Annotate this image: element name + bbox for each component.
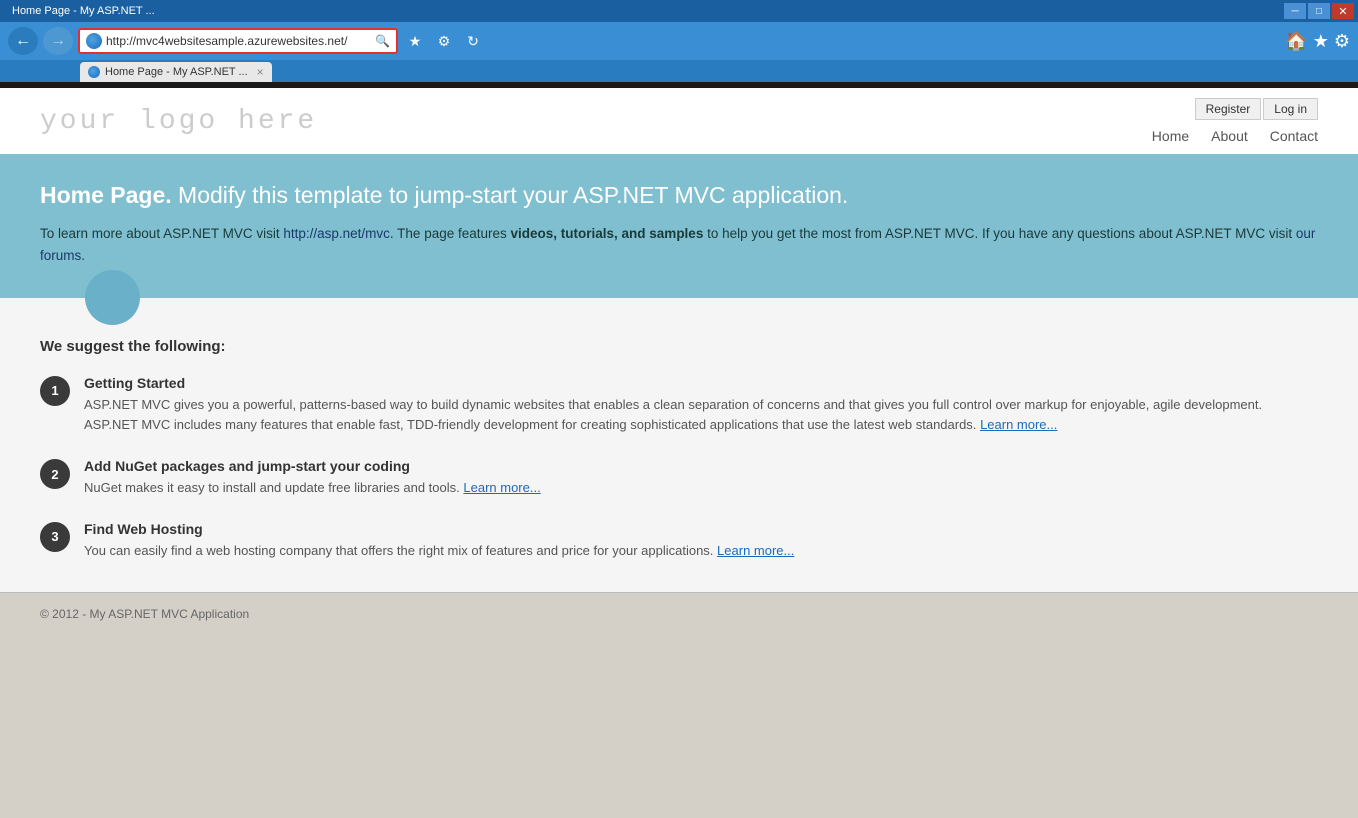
bubble-decoration bbox=[85, 270, 140, 325]
step-desc-3: You can easily find a web hosting compan… bbox=[84, 541, 1318, 562]
suggest-heading: We suggest the following: bbox=[40, 338, 1318, 355]
bubble-container bbox=[0, 298, 1358, 328]
register-button[interactable]: Register bbox=[1195, 98, 1262, 120]
step-link-1[interactable]: Learn more... bbox=[980, 417, 1057, 432]
step-title-2: Add NuGet packages and jump-start your c… bbox=[84, 458, 1318, 474]
step-desc-text-3: You can easily find a web hosting compan… bbox=[84, 543, 713, 558]
search-icon[interactable]: 🔍 bbox=[375, 34, 390, 48]
back-button[interactable]: ← bbox=[8, 27, 38, 55]
step-item-2: 2 Add NuGet packages and jump-start your… bbox=[40, 458, 1318, 499]
hero-title-bold: Home Page. bbox=[40, 182, 172, 208]
maximize-button[interactable]: □ bbox=[1308, 3, 1330, 19]
step-link-3[interactable]: Learn more... bbox=[717, 543, 794, 558]
active-tab[interactable]: Home Page - My ASP.NET ... × bbox=[80, 62, 272, 82]
ie-logo-icon bbox=[86, 33, 102, 49]
window-title-text: Home Page - My ASP.NET ... bbox=[4, 5, 1282, 17]
refresh-icon[interactable]: ↻ bbox=[461, 29, 485, 53]
hero-body-middle: . The page features bbox=[390, 226, 511, 241]
hero-section: Home Page. Modify this template to jump-… bbox=[0, 154, 1358, 298]
address-input[interactable] bbox=[106, 34, 371, 48]
nav-home[interactable]: Home bbox=[1152, 128, 1189, 144]
nav-contact[interactable]: Contact bbox=[1270, 128, 1318, 144]
hero-body-period: . bbox=[81, 248, 85, 263]
logo: your logo here bbox=[40, 106, 317, 137]
title-bar: Home Page - My ASP.NET ... ─ □ ✕ bbox=[0, 0, 1358, 22]
step-title-3: Find Web Hosting bbox=[84, 521, 1318, 537]
step-list: 1 Getting Started ASP.NET MVC gives you … bbox=[40, 375, 1318, 562]
close-button[interactable]: ✕ bbox=[1332, 3, 1354, 19]
hero-link1[interactable]: http://asp.net/mvc bbox=[283, 226, 390, 241]
minimize-button[interactable]: ─ bbox=[1284, 3, 1306, 19]
footer-copyright: © 2012 - My ASP.NET MVC Application bbox=[40, 607, 249, 621]
tab-close-button[interactable]: × bbox=[257, 65, 264, 79]
nav-about[interactable]: About bbox=[1211, 128, 1248, 144]
settings-browser-icon[interactable]: ⚙ bbox=[1334, 31, 1350, 52]
hero-body-bold: videos, tutorials, and samples bbox=[511, 226, 704, 241]
step-desc-text-2: NuGet makes it easy to install and updat… bbox=[84, 480, 460, 495]
step-item-1: 1 Getting Started ASP.NET MVC gives you … bbox=[40, 375, 1318, 437]
main-nav: Home About Contact bbox=[1152, 128, 1318, 144]
step-desc-1: ASP.NET MVC gives you a powerful, patter… bbox=[84, 395, 1318, 437]
login-button[interactable]: Log in bbox=[1263, 98, 1318, 120]
step-item-3: 3 Find Web Hosting You can easily find a… bbox=[40, 521, 1318, 562]
step-number-1: 1 bbox=[40, 376, 70, 406]
page-header: your logo here Register Log in Home Abou… bbox=[0, 88, 1358, 154]
tab-bar: Home Page - My ASP.NET ... × bbox=[0, 60, 1358, 82]
step-link-2[interactable]: Learn more... bbox=[463, 480, 540, 495]
hero-title-rest: Modify this template to jump-start your … bbox=[172, 182, 849, 208]
step-content-1: Getting Started ASP.NET MVC gives you a … bbox=[84, 375, 1318, 437]
hero-body-start: To learn more about ASP.NET MVC visit bbox=[40, 226, 283, 241]
browser-toolbar: ← → 🔍 ★ ⚙ ↻ 🏠 ★ ⚙ bbox=[0, 22, 1358, 60]
step-content-2: Add NuGet packages and jump-start your c… bbox=[84, 458, 1318, 499]
hero-title: Home Page. Modify this template to jump-… bbox=[40, 182, 1318, 209]
star-icon[interactable]: ★ bbox=[1313, 31, 1329, 52]
step-desc-2: NuGet makes it easy to install and updat… bbox=[84, 478, 1318, 499]
step-content-3: Find Web Hosting You can easily find a w… bbox=[84, 521, 1318, 562]
tab-ie-icon bbox=[88, 66, 100, 78]
main-content: We suggest the following: 1 Getting Star… bbox=[0, 328, 1358, 592]
window-chrome: Home Page - My ASP.NET ... ─ □ ✕ ← → 🔍 ★… bbox=[0, 0, 1358, 60]
page-footer: © 2012 - My ASP.NET MVC Application bbox=[0, 592, 1358, 635]
hero-body: To learn more about ASP.NET MVC visit ht… bbox=[40, 223, 1318, 268]
tab-title: Home Page - My ASP.NET ... bbox=[105, 66, 248, 78]
step-desc-text-1: ASP.NET MVC gives you a powerful, patter… bbox=[84, 397, 1262, 433]
forward-button[interactable]: → bbox=[43, 27, 73, 55]
hero-body-end: to help you get the most from ASP.NET MV… bbox=[703, 226, 1296, 241]
tools-icon[interactable]: ⚙ bbox=[432, 29, 456, 53]
header-right: Register Log in Home About Contact bbox=[1152, 98, 1318, 144]
auth-links: Register Log in bbox=[1195, 98, 1318, 120]
step-number-2: 2 bbox=[40, 459, 70, 489]
browser-content: your logo here Register Log in Home Abou… bbox=[0, 82, 1358, 635]
home-browser-icon[interactable]: 🏠 bbox=[1285, 31, 1307, 52]
step-number-3: 3 bbox=[40, 522, 70, 552]
favorites-icon[interactable]: ★ bbox=[403, 29, 427, 53]
address-bar[interactable]: 🔍 bbox=[78, 28, 398, 54]
step-title-1: Getting Started bbox=[84, 375, 1318, 391]
